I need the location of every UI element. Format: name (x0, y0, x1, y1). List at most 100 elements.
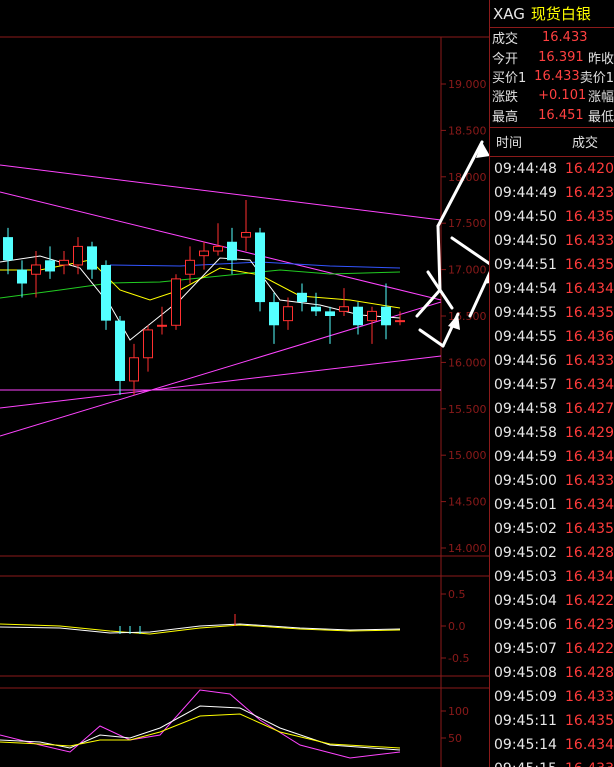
candle-body (269, 302, 279, 326)
kline-chart[interactable]: 19.00018.50018.00017.50017.00016.50016.0… (0, 0, 489, 767)
candle-body (213, 245, 223, 252)
tick-row: 09:45:11 16.435 (490, 709, 614, 733)
tick-time: 09:45:07 (494, 640, 557, 657)
tick-time: 09:45:04 (494, 592, 557, 609)
quote-row: 成交 16.433 (490, 28, 614, 47)
tick-price: 16.434 (565, 448, 614, 465)
annotation-arrow-stroke (436, 140, 484, 228)
tick-row: 09:44:58 16.429 (490, 421, 614, 445)
tick-price: 16.436 (565, 328, 614, 345)
quote-value: 16.433 (542, 30, 588, 46)
tick-row: 09:44:58 16.427 (490, 397, 614, 421)
tick-table-header: 时间 成交 (490, 128, 614, 157)
tick-price: 16.423 (565, 184, 614, 201)
tick-row: 09:44:59 16.434 (490, 445, 614, 469)
tick-time-header: 时间 (496, 136, 523, 152)
quote-label-secondary: 昨收 (587, 51, 614, 67)
tick-time: 09:44:51 (494, 256, 557, 273)
tick-row: 09:45:06 16.423 (490, 613, 614, 637)
quote-row: 最高 16.451 最低 (490, 106, 614, 125)
tick-list[interactable]: 09:44:48 16.420 09:44:49 16.423 09:44:50 16.4… (490, 157, 614, 767)
tick-price: 16.428 (565, 664, 614, 681)
quote-label: 涨跌 (492, 90, 519, 106)
tick-time: 09:45:08 (494, 664, 557, 681)
tick-time: 09:45:14 (494, 736, 557, 753)
tick-time: 09:44:50 (494, 208, 557, 225)
tick-price: 16.433 (565, 472, 614, 489)
candle-body (45, 260, 55, 272)
candle-body (381, 306, 391, 326)
candle-body (297, 292, 307, 303)
candle-body (367, 310, 377, 322)
tick-time: 09:44:48 (494, 160, 557, 177)
tick-row: 09:44:50 16.435 (490, 205, 614, 229)
candle-body (17, 269, 27, 284)
tick-row: 09:45:04 16.422 (490, 589, 614, 613)
candle-body (143, 329, 153, 359)
quote-value: 16.451 (538, 107, 584, 123)
tick-price: 16.427 (565, 400, 614, 417)
tick-row: 09:44:51 16.435 (490, 253, 614, 277)
trendline (0, 355, 442, 409)
quote-value: 16.433 (534, 68, 580, 84)
tick-time: 09:45:02 (494, 520, 557, 537)
symbol-code: XAG (493, 4, 525, 23)
tick-row: 09:45:09 16.433 (490, 685, 614, 709)
quote-label: 最高 (492, 109, 519, 125)
quote-label: 买价1 (492, 70, 527, 86)
annotation-arrow-stroke (418, 328, 445, 348)
tick-price: 16.433 (565, 232, 614, 249)
price-axis-label: 17.500 (448, 217, 487, 230)
price-axis-label: 17.000 (448, 264, 487, 277)
quote-label-secondary: 最低 (587, 109, 614, 125)
tick-price: 16.433 (565, 352, 614, 369)
candle-body (31, 264, 41, 275)
tick-row: 09:45:07 16.422 (490, 637, 614, 661)
indicator2-line (0, 689, 401, 759)
tick-time: 09:45:11 (494, 712, 557, 729)
tick-row: 09:44:54 16.434 (490, 277, 614, 301)
quote-row: 涨跌 +0.101 涨幅 (490, 86, 614, 105)
quote-side-panel: XAG 现货白银 成交 16.433 今开 16.391 昨收 买价1 16.433 卖价1 涨… (489, 0, 614, 767)
indicator2-line (0, 713, 401, 749)
price-axis-label: 16.000 (448, 356, 487, 369)
tick-price-header: 成交 (572, 136, 599, 152)
tick-time: 09:44:58 (494, 400, 557, 417)
candle-body (129, 357, 139, 382)
indicator1-axis-label: 0.0 (448, 620, 466, 633)
quote-label-secondary: 卖价1 (579, 70, 614, 86)
symbol-name: 现货白银 (530, 5, 591, 23)
tick-time: 09:45:02 (494, 544, 557, 561)
indicator2-line (0, 705, 401, 751)
candle-body (255, 232, 265, 303)
annotation-arrow-stroke (450, 236, 489, 266)
tick-price: 16.435 (565, 520, 614, 537)
price-axis-label: 18.500 (448, 124, 487, 137)
tick-row: 09:45:03 16.434 (490, 565, 614, 589)
tick-price: 16.422 (565, 592, 614, 609)
tick-price: 16.428 (565, 544, 614, 561)
tick-time: 09:45:15 (490, 761, 563, 767)
tick-row: 09:45:02 16.435 (490, 517, 614, 541)
candle-body (395, 320, 405, 323)
candle-body (325, 311, 335, 316)
tick-row: 09:45:01 16.434 (490, 493, 614, 517)
tick-time: 09:44:49 (494, 184, 557, 201)
candle-body (3, 237, 13, 261)
tick-price: 16.423 (565, 616, 614, 633)
trendline (0, 301, 442, 437)
tick-row: 09:44:57 16.434 (490, 373, 614, 397)
tick-price: 16.433 (563, 761, 614, 767)
tick-time: 09:45:06 (494, 616, 557, 633)
candle-body (87, 246, 97, 270)
tick-time: 09:45:03 (494, 568, 557, 585)
candle-body (311, 306, 321, 312)
candle-body (241, 231, 251, 238)
tick-price: 16.433 (565, 688, 614, 705)
candle-body (115, 320, 125, 381)
candle-body (227, 241, 237, 261)
annotation-arrow-stroke (436, 224, 442, 292)
tick-price: 16.420 (565, 160, 614, 177)
tick-price: 16.429 (565, 424, 614, 441)
candle-body (353, 306, 363, 326)
